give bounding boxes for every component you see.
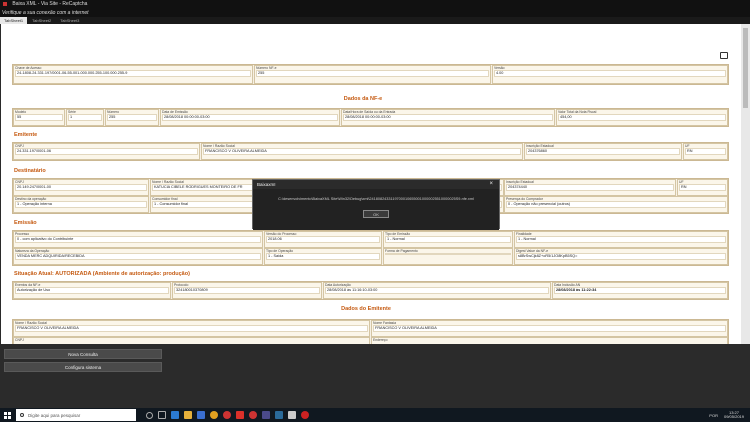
de-fantasia-cell: Nome Fantasia FRANCISCO V OLIVEIRA ALMEID…: [371, 320, 728, 337]
nova-consulta-button[interactable]: Nova Consulta: [4, 349, 162, 359]
situacao-title: Situação Atual: AUTORIZADA (Ambiente de …: [14, 271, 190, 277]
file-explorer-icon[interactable]: [184, 411, 192, 419]
emitente-cnpj-cell: CNPJ 24.331.197/0001-06: [13, 143, 200, 160]
dest-destino-cell: Destino da operação 1 - Operação interna: [13, 196, 149, 213]
eventos-cell: Eventos da NF-e Autorização de Uso: [13, 282, 171, 299]
emissao-title: Emissão: [14, 220, 37, 226]
dialog-header: BaixaxmI ×: [253, 180, 499, 189]
chave-cell: Chave de Acesso 24-1808-24.331.197/0001-0…: [13, 65, 253, 84]
configura-sistema-button[interactable]: Configura sistema: [4, 362, 162, 372]
dest-presenca-cell: Presença do Comprador 0 - Operação não pr…: [504, 196, 728, 213]
forma-pagamento-cell: Forma de Pagamento: [383, 248, 513, 265]
emissao-cell: Data de Emissão 28/08/2018 00:00:00-03:00: [160, 109, 340, 126]
tipo-emissao-cell: Tipo de Emissão 1 - Normal: [383, 231, 513, 248]
dest-cnpj-cell: CNPJ 20.149.247/0001-00: [13, 179, 149, 196]
bottom-panel: Nova Consulta Configura sistema: [0, 344, 750, 408]
emitente-title: Emitente: [14, 132, 38, 138]
protocolo-cell: Protocolo 324180010370809: [172, 282, 322, 299]
close-icon[interactable]: ×: [489, 180, 493, 189]
numero-nfe-cell: Número 255: [105, 109, 159, 126]
chrome-icon[interactable]: [210, 411, 218, 419]
dados-nfe-title: Dados da NF-e: [343, 96, 383, 102]
data-autorizacao-cell: Data Autorização 28/08/2018 às 11:16:10-0…: [323, 282, 551, 299]
task-view-icon[interactable]: [158, 411, 166, 419]
search-icon: [20, 413, 24, 417]
app-icon[interactable]: [262, 411, 270, 419]
ok-button[interactable]: OK: [363, 210, 389, 218]
emitente-ie-cell: Inscrição Estadual 204376860: [524, 143, 682, 160]
tab-bar: TabSheet1 TabSheet2 TabSheet3: [0, 17, 750, 24]
taskbar-search[interactable]: Digite aqui para pesquisar: [16, 409, 136, 421]
serie-cell: Série 1: [66, 109, 104, 126]
window-titlebar: Baixa XML - Via Site - ReCaptcha: [0, 0, 750, 9]
processo-cell: Processo 0 - com aplicativo do Contribuin…: [13, 231, 263, 248]
scroll-thumb[interactable]: [743, 28, 748, 108]
dialog-message: C:\desenvolvimento\BaixaXML Site\Win32\D…: [278, 197, 474, 201]
destinatario-title: Destinatário: [14, 168, 46, 174]
taskbar-apps: [146, 411, 309, 419]
app-red-icon[interactable]: [236, 411, 244, 419]
dados-emitente-title: Dados do Emitente: [341, 306, 391, 312]
versao-cell: Versão 4.00: [492, 65, 728, 84]
edge-icon[interactable]: [171, 411, 179, 419]
tipo-operacao-cell: Tipo de Operação 1 - Saída: [264, 248, 382, 265]
total-cell: Valor Total da Nota Fiscal 454,00: [556, 109, 728, 126]
language-indicator[interactable]: POR: [709, 413, 718, 418]
windows-taskbar: Digite aqui para pesquisar POR 13:27 09/…: [0, 408, 750, 422]
start-button[interactable]: [0, 408, 14, 422]
baixaxml-icon[interactable]: [301, 411, 309, 419]
windows-logo-icon: [3, 411, 11, 419]
clock-date: 09/05/2019: [723, 414, 744, 419]
message-dialog: BaixaxmI × C:\desenvolvimento\BaixaXML S…: [252, 179, 500, 230]
data-inclusao-cell: Data Inclusão AN 28/08/2018 às 11:22:34: [552, 282, 728, 299]
clock[interactable]: 13:27 09/05/2019: [723, 410, 744, 420]
dest-ie-cell: Inscrição Estadual 204374440: [504, 179, 676, 196]
versao-processo-cell: Versão do Processo 2018.06: [264, 231, 382, 248]
de-cnpj-cell: CNPJ: [13, 337, 370, 344]
printer-icon[interactable]: [720, 52, 728, 59]
tab-sheet1[interactable]: TabSheet1: [0, 17, 28, 24]
vertical-scrollbar[interactable]: [741, 24, 750, 344]
system-tray: POR 13:27 09/05/2019: [709, 410, 750, 420]
natureza-cell: Natureza da Operação VENDA MERC ADQUIRIDA…: [13, 248, 263, 265]
tab-sheet3[interactable]: TabSheet3: [56, 17, 83, 24]
dialog-title: BaixaxmI: [257, 182, 276, 187]
connection-warning: Verifique a sua conexão com a internet: [0, 9, 750, 17]
window-title: Baixa XML - Via Site - ReCaptcha: [12, 1, 88, 7]
opera-icon[interactable]: [223, 411, 231, 419]
app2-icon[interactable]: [275, 411, 283, 419]
de-endereco-cell: Endereço: [371, 337, 728, 344]
saida-cell: Data/Hora de Saída ou da Entrada 28/08/20…: [341, 109, 555, 126]
emitente-uf-cell: UF RN: [683, 143, 728, 160]
search-placeholder: Digite aqui para pesquisar: [28, 412, 81, 418]
store-icon[interactable]: [197, 411, 205, 419]
numero-cell: Número NF-e 255: [254, 65, 491, 84]
tab-sheet2[interactable]: TabSheet2: [28, 17, 55, 24]
cortana-icon[interactable]: [146, 411, 153, 419]
emitente-nome-cell: Nome / Razão Social FRANCISCO V OLIVEIRA …: [201, 143, 523, 160]
vivaldi-icon[interactable]: [249, 411, 257, 419]
de-nome-cell: Nome / Razão Social FRANCISCO V OLIVEIRA …: [13, 320, 370, 337]
calculator-icon[interactable]: [288, 411, 296, 419]
digest-cell: Digest Value da NF-e s8BrSwCjk8Z+oR5/1JO8…: [514, 248, 728, 265]
dest-uf-cell: UF RN: [677, 179, 728, 196]
app-icon: [3, 1, 7, 6]
finalidade-cell: Finalidade 1 - Normal: [514, 231, 728, 248]
modelo-cell: Modelo 55: [13, 109, 65, 126]
dialog-body: C:\desenvolvimento\BaixaXML Site\Win32\D…: [253, 189, 499, 230]
